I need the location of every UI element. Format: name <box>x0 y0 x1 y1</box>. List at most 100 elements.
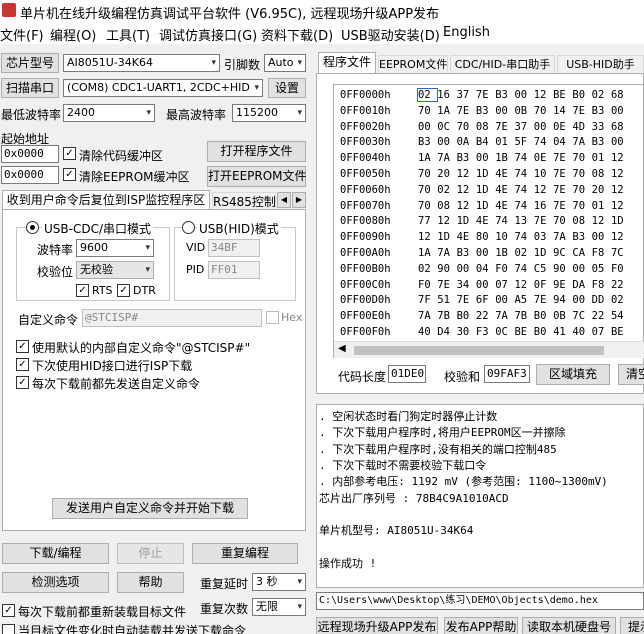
pin-count-select[interactable]: Auto ▾ <box>264 54 306 72</box>
default-command-checkbox[interactable]: ✓ <box>16 340 29 353</box>
hex-byte[interactable]: B0 <box>534 310 553 322</box>
hex-byte[interactable]: 01 <box>495 136 514 148</box>
hex-byte[interactable]: 4D <box>572 121 591 133</box>
hex-byte[interactable]: 03 <box>534 231 553 243</box>
scrollbar-thumb[interactable] <box>354 346 604 355</box>
hex-byte[interactable]: 70 <box>534 105 553 117</box>
hex-byte[interactable]: 12 <box>457 184 476 196</box>
hex-byte[interactable]: 00 <box>534 121 553 133</box>
hex-byte[interactable]: 22 <box>611 279 630 291</box>
hex-byte[interactable]: 7E <box>553 200 572 212</box>
hex-byte[interactable]: 00 <box>611 105 630 117</box>
hex-byte[interactable]: 7A <box>418 310 437 322</box>
hex-byte[interactable]: 41 <box>553 326 572 338</box>
code-start-address-input[interactable]: 0x0000 <box>1 145 59 163</box>
clear-code-checkbox[interactable]: ✓ <box>63 147 76 160</box>
hex-byte[interactable]: F0 <box>418 279 437 291</box>
area-fill-button[interactable]: 区域填充 <box>536 364 610 385</box>
hex-row[interactable]: 0FF0050h 70 20 12 1D 4E 74 10 7E 70 08 12 <box>340 168 630 180</box>
hex-byte[interactable]: 1B <box>495 247 514 259</box>
hex-byte[interactable]: 5F <box>514 136 533 148</box>
hex-byte[interactable]: 16 <box>534 200 553 212</box>
hex-byte[interactable]: 7A <box>553 231 572 243</box>
custom-command-input[interactable]: @STCISP# <box>82 309 262 327</box>
hex-byte[interactable]: 74 <box>514 168 533 180</box>
hex-byte[interactable]: 7E <box>534 215 553 227</box>
menu-download[interactable]: 资料下载(D) <box>261 25 333 44</box>
hex-byte[interactable]: 74 <box>534 136 553 148</box>
hex-byte[interactable]: 02 <box>437 184 456 196</box>
hex-byte[interactable]: 7E <box>534 294 553 306</box>
hex-byte[interactable]: 22 <box>592 310 611 322</box>
hex-byte[interactable]: 37 <box>514 121 533 133</box>
hex-byte[interactable]: 68 <box>611 121 630 133</box>
hex-byte[interactable]: 00 <box>495 294 514 306</box>
menu-tools[interactable]: 工具(T) <box>106 25 150 44</box>
hex-byte[interactable]: 7E <box>553 152 572 164</box>
hex-byte[interactable]: 00 <box>476 247 495 259</box>
hex-byte[interactable]: 7E <box>457 105 476 117</box>
hex-byte[interactable]: 7A <box>495 310 514 322</box>
hex-byte[interactable]: BE <box>611 326 630 338</box>
hint-button[interactable]: 提示 <box>620 617 644 634</box>
tab-serial-helper[interactable]: CDC/HID-串口助手 <box>450 55 555 74</box>
hex-byte[interactable]: 4E <box>495 168 514 180</box>
hex-byte[interactable]: 0B <box>553 310 572 322</box>
hex-byte[interactable]: 00 <box>514 89 533 101</box>
hex-byte[interactable]: 00 <box>418 121 437 133</box>
hex-byte[interactable]: 1D <box>437 231 456 243</box>
hex-horizontal-scrollbar[interactable]: ◀ <box>334 341 644 358</box>
hex-byte[interactable]: 22 <box>476 310 495 322</box>
clear-eeprom-checkbox[interactable]: ✓ <box>63 168 76 181</box>
hex-byte[interactable]: 94 <box>553 294 572 306</box>
pid-input[interactable]: FF01 <box>208 261 260 279</box>
hex-byte[interactable]: 12 <box>592 215 611 227</box>
hex-byte[interactable]: 12 <box>514 279 533 291</box>
hex-row[interactable]: 0FF00E0h 7A 7B B0 22 7A 7B B0 0B 7C 22 54 <box>340 310 630 322</box>
vid-input[interactable]: 34BF <box>208 239 260 257</box>
hex-byte[interactable]: 0C <box>495 326 514 338</box>
hex-row[interactable]: 0FF0080h 77 12 1D 4E 74 13 7E 70 08 12 1D <box>340 215 630 227</box>
hex-row[interactable]: 0FF0010h 70 1A 7E B3 00 0B 70 14 7E B3 00 <box>340 105 630 117</box>
hex-byte[interactable]: C5 <box>534 263 553 275</box>
hex-byte[interactable]: 9C <box>553 247 572 259</box>
hex-byte[interactable]: 7C <box>572 310 591 322</box>
hex-byte[interactable]: 1A <box>418 152 437 164</box>
hex-byte[interactable]: 7E <box>572 105 591 117</box>
hex-byte[interactable]: 68 <box>611 89 630 101</box>
hex-byte[interactable]: 00 <box>476 152 495 164</box>
hex-row[interactable]: 0FF0060h 70 02 12 1D 4E 74 12 7E 70 20 12 <box>340 184 630 196</box>
open-program-file-button[interactable]: 打开程序文件 <box>207 141 306 162</box>
hex-byte[interactable]: 74 <box>514 263 533 275</box>
hex-byte[interactable]: B0 <box>572 89 591 101</box>
hex-byte[interactable]: 08 <box>572 215 591 227</box>
menu-english[interactable]: English <box>443 25 490 40</box>
hex-byte[interactable]: 01 <box>592 152 611 164</box>
hex-byte[interactable]: 0B <box>514 105 533 117</box>
min-baud-select[interactable]: 2400 ▾ <box>63 104 155 122</box>
hex-byte[interactable]: 1D <box>476 168 495 180</box>
hex-byte[interactable]: 34 <box>457 279 476 291</box>
tab-program-file[interactable]: 程序文件 <box>318 52 376 74</box>
hex-byte[interactable]: 04 <box>553 136 572 148</box>
hex-byte[interactable]: F8 <box>592 279 611 291</box>
hex-byte[interactable]: 7E <box>553 184 572 196</box>
hex-byte[interactable]: 7C <box>611 247 630 259</box>
hex-byte[interactable]: 70 <box>418 105 437 117</box>
hex-byte[interactable]: 1D <box>611 215 630 227</box>
send-command-download-button[interactable]: 发送用户自定义命令并开始下载 <box>52 498 248 519</box>
hex-byte[interactable]: 7E <box>553 168 572 180</box>
hex-byte[interactable]: 6F <box>476 294 495 306</box>
hex-row[interactable]: 0FF0070h 70 08 12 1D 4E 74 16 7E 70 01 12 <box>340 200 630 212</box>
hex-byte[interactable]: 7E <box>457 294 476 306</box>
reload-checkbox[interactable]: ✓ <box>2 604 15 617</box>
hex-byte[interactable]: 02 <box>416 88 439 102</box>
hex-byte[interactable]: 7B <box>437 310 456 322</box>
hex-byte[interactable]: 1D <box>476 184 495 196</box>
chip-type-select[interactable]: AI8051U-34K64 ▾ <box>63 54 220 72</box>
hex-byte[interactable]: 7B <box>514 310 533 322</box>
hex-byte[interactable]: 08 <box>437 200 456 212</box>
hex-byte[interactable]: 4E <box>495 200 514 212</box>
hex-byte[interactable]: 30 <box>457 326 476 338</box>
hex-row[interactable]: 0FF00D0h 7F 51 7E 6F 00 A5 7E 94 00 DD 02 <box>340 294 630 306</box>
